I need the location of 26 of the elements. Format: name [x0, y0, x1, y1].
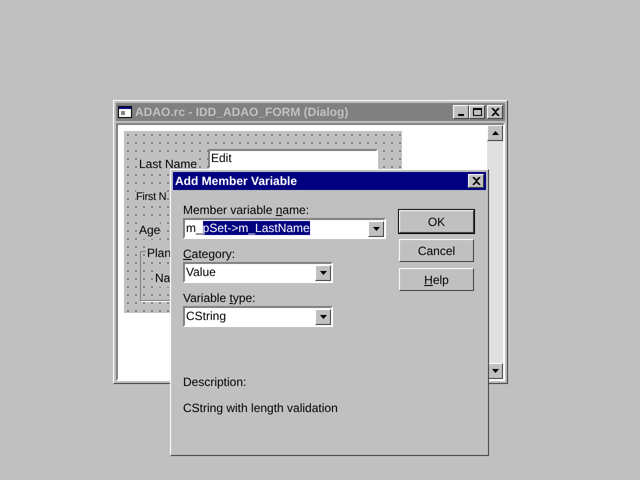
- minimize-button[interactable]: [453, 105, 469, 119]
- close-icon: [472, 177, 480, 185]
- dialog-button[interactable]: OK: [399, 210, 474, 233]
- description-label: Description:: [183, 374, 248, 391]
- maximize-button[interactable]: [469, 105, 485, 119]
- field-label: Variable type:: [183, 290, 257, 305]
- window-title: ADAO.rc - IDD_ADAO_FORM (Dialog): [135, 104, 348, 121]
- description-text: CString with length validation: [183, 400, 339, 417]
- dialog-button[interactable]: Cancel: [399, 239, 474, 262]
- combo-box[interactable]: CString: [183, 306, 333, 327]
- scroll-down-icon[interactable]: [492, 369, 498, 373]
- field-label: Member variable name:: [183, 202, 310, 217]
- field-label: Category:: [183, 246, 236, 261]
- maximize-icon: [472, 108, 482, 116]
- vertical-scrollbar[interactable]: [487, 125, 503, 379]
- dialog-title: Add Member Variable: [175, 173, 298, 190]
- edit-control: Edit: [208, 149, 378, 169]
- dialog-button[interactable]: Help: [399, 268, 474, 291]
- combo-box[interactable]: m_pSet->m_LastName: [183, 218, 386, 239]
- close-button[interactable]: [487, 105, 503, 119]
- form-label: Na: [155, 269, 170, 287]
- scroll-up-icon[interactable]: [492, 131, 498, 135]
- form-label: Age: [139, 221, 160, 239]
- close-icon: [490, 108, 500, 116]
- combo-box[interactable]: Value: [183, 262, 333, 283]
- close-button[interactable]: [468, 174, 484, 188]
